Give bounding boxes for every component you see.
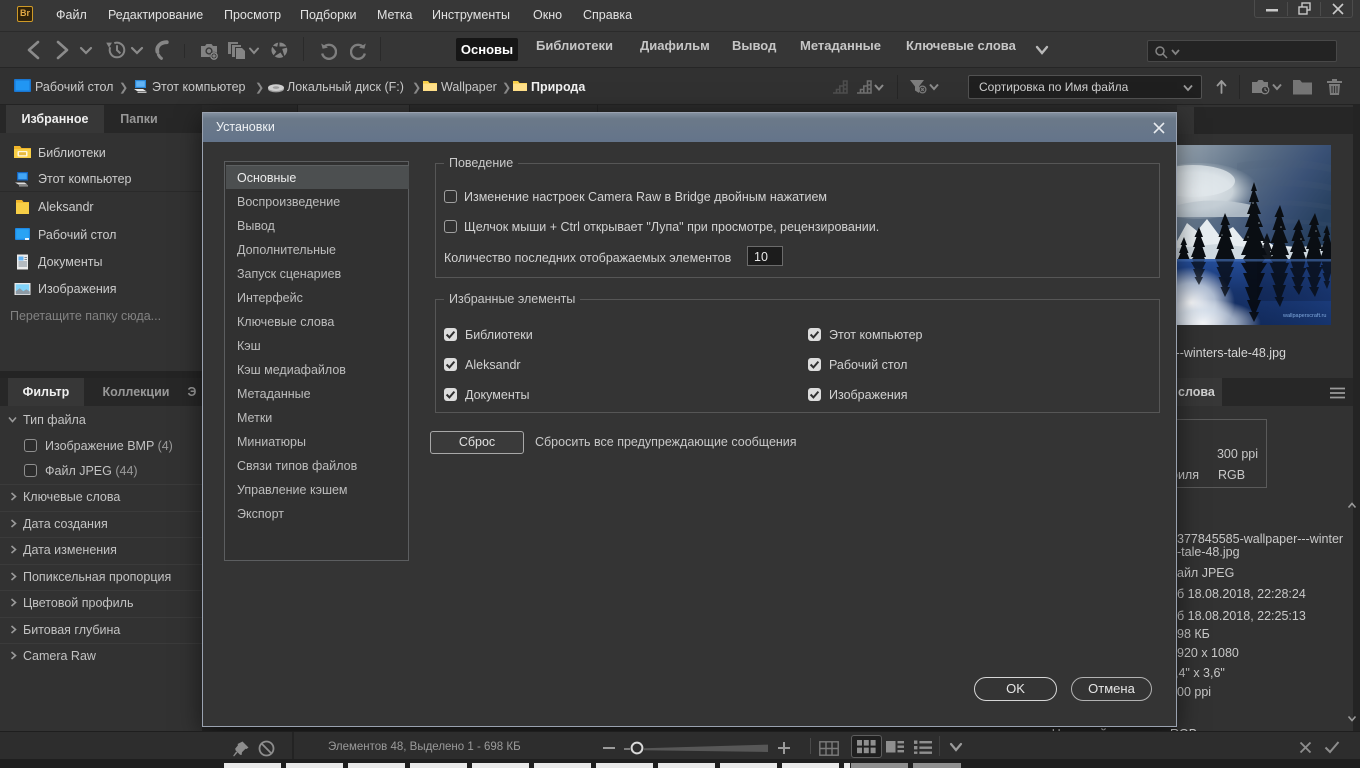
svg-text:wallpaperscraft.ru: wallpaperscraft.ru [1282,313,1326,319]
